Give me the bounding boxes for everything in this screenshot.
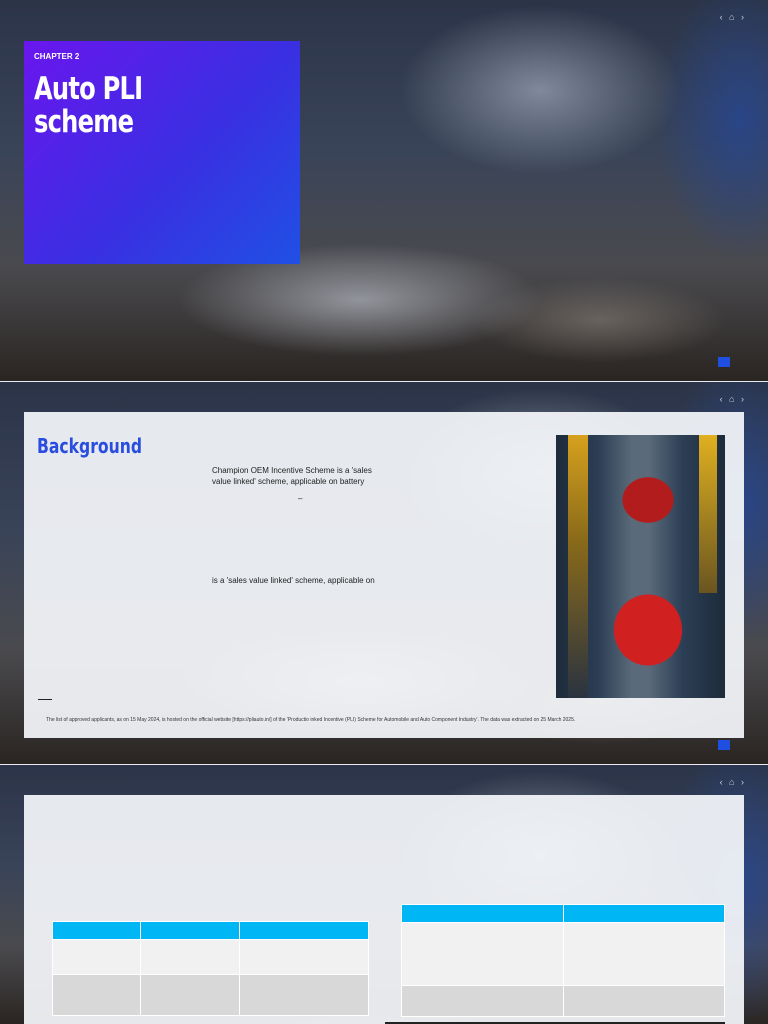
slide-marker: [718, 740, 730, 750]
paragraph-1: Champion OEM Incentive Scheme is a 'sale…: [212, 466, 372, 486]
paragraph-2: is a 'sales value linked' scheme, applic…: [212, 576, 375, 585]
slide-nav[interactable]: ‹ ⌂ ›: [720, 777, 746, 787]
chapter-title-box: CHAPTER 2 Auto PLI scheme: [24, 41, 300, 264]
dash: –: [298, 494, 303, 503]
footnote: The list of approved applicants, as on 1…: [46, 717, 576, 723]
slide-chapter-cover: ‹ ⌂ › CHAPTER 2 Auto PLI scheme: [0, 0, 768, 381]
slide-marker: [718, 357, 730, 367]
content-panel: Background Champion OEM Incentive Scheme…: [24, 412, 744, 738]
section-heading: Background: [37, 434, 142, 458]
slide-nav[interactable]: ‹ ⌂ ›: [720, 394, 746, 404]
slide-nav[interactable]: ‹ ⌂ ›: [720, 12, 746, 22]
footnote-divider: [38, 699, 52, 700]
data-table-left: [52, 921, 369, 1016]
car-assembly-line-image: [556, 435, 725, 698]
data-table-right: [401, 904, 725, 1017]
slide-background: ‹ ⌂ › Background Champion OEM Incentive …: [0, 382, 768, 764]
slide-tables: ‹ ⌂ ›: [0, 765, 768, 1024]
chapter-title: Auto PLI scheme: [34, 71, 143, 140]
chapter-label: CHAPTER 2: [34, 52, 80, 61]
